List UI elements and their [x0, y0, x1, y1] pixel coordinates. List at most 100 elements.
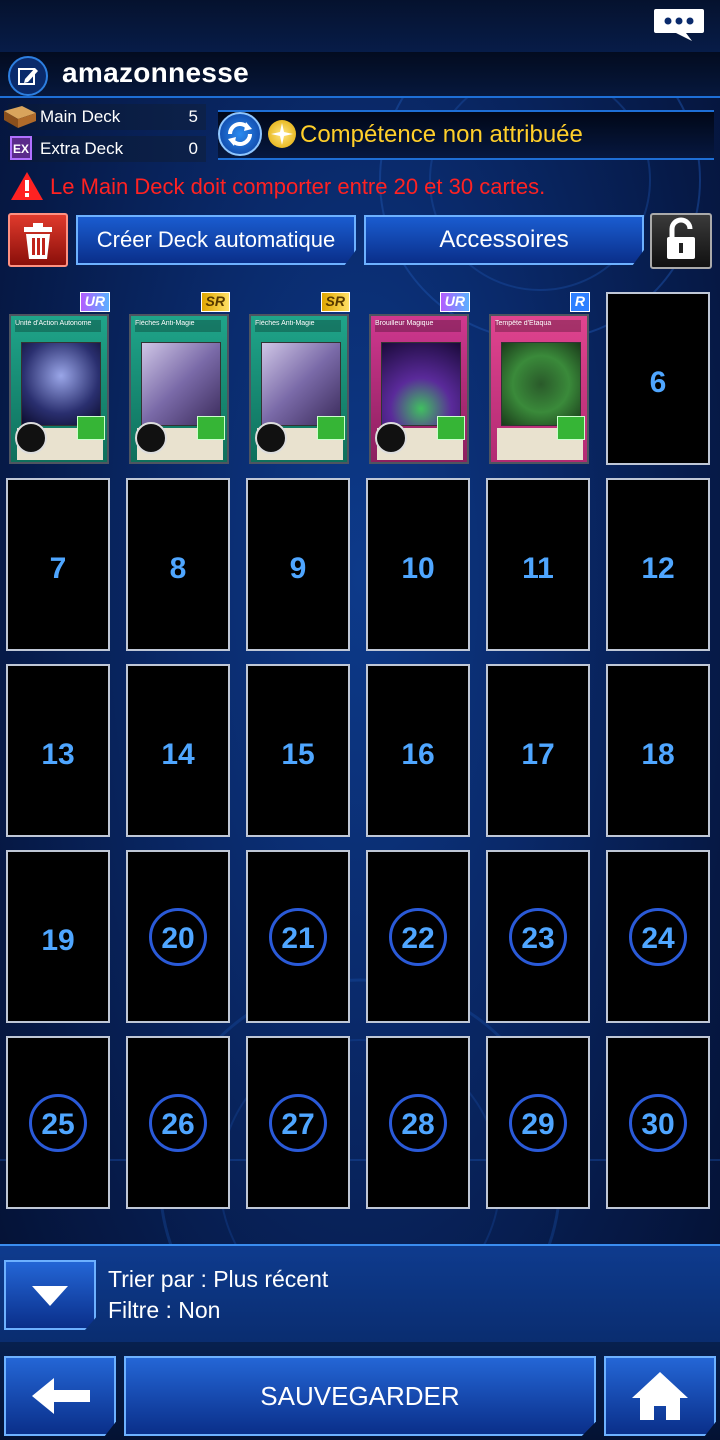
rarity-badge: R: [569, 292, 590, 312]
extra-deck-icon: EX: [10, 136, 32, 160]
rarity-badge: UR: [79, 292, 110, 312]
deck-card[interactable]: R Tempête d'Etaqua: [486, 292, 594, 468]
empty-slot[interactable]: 12: [606, 478, 710, 651]
main-deck-label: Main Deck: [40, 107, 121, 126]
empty-slot[interactable]: 23: [486, 850, 590, 1023]
auto-deck-button[interactable]: Créer Deck automatique: [76, 215, 356, 265]
card-face: Unité d'Action Autonome: [9, 314, 109, 464]
deck-card[interactable]: SR Flèches Anti-Magie: [126, 292, 234, 468]
lock-button[interactable]: [650, 213, 712, 269]
star-icon: [317, 416, 345, 440]
slot-number: 11: [522, 552, 554, 585]
star-icon: [77, 416, 105, 440]
empty-slot[interactable]: 13: [6, 664, 110, 837]
card-art: [501, 342, 581, 426]
slot-number: 27: [281, 1108, 315, 1141]
deck-card[interactable]: UR Unité d'Action Autonome: [6, 292, 114, 468]
home-button[interactable]: [604, 1356, 716, 1436]
top-bar: [0, 0, 720, 54]
empty-slot[interactable]: 14: [126, 664, 230, 837]
main-deck-number: 5: [188, 107, 198, 126]
empty-slot[interactable]: 8: [126, 478, 230, 651]
card-face: Tempête d'Etaqua: [489, 314, 589, 464]
slot-number: 29: [521, 1108, 555, 1141]
accessories-button[interactable]: Accessoires: [364, 215, 644, 265]
filter-label[interactable]: Filtre : Non: [108, 1297, 220, 1324]
card-face: Flèches Anti-Magie: [249, 314, 349, 464]
bottom-nav: SAUVEGARDER: [0, 1342, 720, 1440]
empty-slot[interactable]: 18: [606, 664, 710, 837]
card-title: Flèches Anti-Magie: [135, 320, 221, 332]
card-art: [381, 342, 461, 426]
slot-number: 26: [161, 1108, 195, 1141]
slot-number: 17: [521, 738, 555, 771]
chevron-down-icon: [32, 1286, 68, 1306]
sort-toggle-button[interactable]: [4, 1260, 96, 1330]
card-type-icon: [135, 422, 167, 454]
skill-bar[interactable]: Compétence non attribuée: [218, 110, 714, 160]
empty-slot[interactable]: 7: [6, 478, 110, 651]
empty-slot[interactable]: 27: [246, 1036, 350, 1209]
card-type-icon: [375, 422, 407, 454]
extra-deck-label: Extra Deck: [40, 139, 124, 158]
empty-slot[interactable]: 25: [6, 1036, 110, 1209]
lock-icon: [667, 217, 695, 259]
empty-slot[interactable]: 19: [6, 850, 110, 1023]
empty-slot[interactable]: 24: [606, 850, 710, 1023]
sort-filter-bar: Trier par : Plus récent Filtre : Non: [0, 1244, 720, 1344]
empty-slot[interactable]: 6: [606, 292, 710, 465]
slot-number: 16: [401, 738, 435, 771]
deck-name: amazonnesse: [62, 57, 249, 88]
card-face: Brouilleur Magique: [369, 314, 469, 464]
empty-slot[interactable]: 11: [486, 478, 590, 651]
slot-number: 14: [161, 738, 195, 771]
slot-number: 9: [289, 552, 307, 585]
empty-slot[interactable]: 15: [246, 664, 350, 837]
empty-slot[interactable]: 21: [246, 850, 350, 1023]
card-title: Brouilleur Magique: [375, 320, 461, 332]
extra-deck-count: EX Extra Deck 0: [8, 136, 206, 162]
star-icon: [437, 416, 465, 440]
skill-star-icon: [268, 120, 296, 148]
empty-slot[interactable]: 20: [126, 850, 230, 1023]
rarity-badge: UR: [439, 292, 470, 312]
warning-icon: [11, 172, 43, 200]
slot-number: 22: [401, 922, 435, 955]
empty-slot[interactable]: 30: [606, 1036, 710, 1209]
sort-label[interactable]: Trier par : Plus récent: [108, 1266, 328, 1293]
rarity-badge: SR: [320, 292, 350, 312]
card-title: Unité d'Action Autonome: [15, 320, 101, 332]
slot-number: 10: [401, 552, 435, 585]
slot-number: 20: [161, 922, 195, 955]
star-icon: [557, 416, 585, 440]
chat-icon[interactable]: [652, 6, 706, 42]
empty-slot[interactable]: 17: [486, 664, 590, 837]
empty-slot[interactable]: 9: [246, 478, 350, 651]
rarity-badge: SR: [200, 292, 230, 312]
empty-slot[interactable]: 16: [366, 664, 470, 837]
empty-slot[interactable]: 10: [366, 478, 470, 651]
empty-slot[interactable]: 22: [366, 850, 470, 1023]
card-title: Tempête d'Etaqua: [495, 320, 581, 332]
deck-name-bar: amazonnesse: [0, 52, 720, 98]
deck-warning: Le Main Deck doit comporter entre 20 et …: [10, 170, 710, 204]
slot-number: 19: [41, 924, 75, 957]
empty-slot[interactable]: 26: [126, 1036, 230, 1209]
home-icon: [632, 1372, 688, 1420]
slot-number: 30: [641, 1108, 675, 1141]
empty-slot[interactable]: 28: [366, 1036, 470, 1209]
card-type-icon: [15, 422, 47, 454]
delete-deck-button[interactable]: [8, 213, 68, 267]
card-art: [141, 342, 221, 426]
back-button[interactable]: [4, 1356, 116, 1436]
deck-card[interactable]: SR Flèches Anti-Magie: [246, 292, 354, 468]
save-button[interactable]: SAUVEGARDER: [124, 1356, 596, 1436]
edit-name-button[interactable]: [8, 56, 48, 96]
warning-text: Le Main Deck doit comporter entre 20 et …: [50, 174, 546, 199]
swap-icon[interactable]: [218, 112, 262, 156]
trash-icon: [24, 223, 52, 259]
empty-slot[interactable]: 29: [486, 1036, 590, 1209]
deck-box-icon: [4, 106, 36, 128]
deck-card[interactable]: UR Brouilleur Magique: [366, 292, 474, 468]
slot-number: 7: [49, 552, 67, 585]
